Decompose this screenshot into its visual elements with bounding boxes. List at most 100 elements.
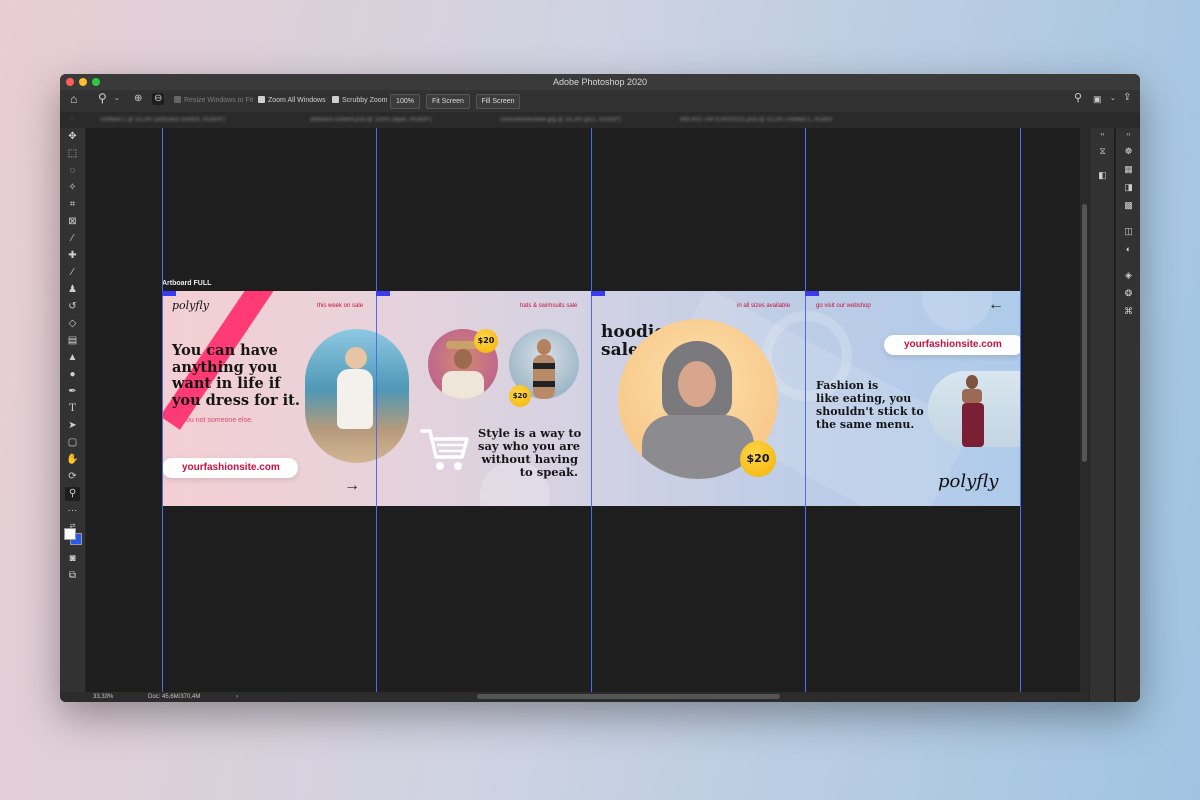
- blur-tool-icon[interactable]: ▲: [65, 351, 80, 365]
- figure-hoodie: [642, 415, 754, 479]
- document-canvas[interactable]: Artboard FULL polyfly this week on sale …: [86, 128, 1080, 692]
- collapse-icon[interactable]: ‹‹: [1096, 130, 1109, 141]
- zoom-all-windows-checkbox[interactable]: Zoom All Windows: [258, 95, 326, 107]
- collapse-icon[interactable]: ››: [70, 115, 74, 125]
- frame-tool-icon[interactable]: ⊠: [65, 215, 80, 229]
- arrow-right-icon: →: [344, 477, 360, 494]
- marquee-tool-icon[interactable]: ⬚: [65, 147, 80, 161]
- zoom-window-button[interactable]: [92, 78, 100, 86]
- panel2-tag: hats & swimsuits sale: [520, 303, 578, 309]
- fit-screen-button[interactable]: Fit Screen: [426, 94, 470, 109]
- zoom-out-icon[interactable]: ⊖: [152, 93, 165, 105]
- horizontal-scroll-thumb[interactable]: [477, 694, 780, 699]
- minimize-window-button[interactable]: [79, 78, 87, 86]
- headline-line: you dress for it.: [172, 391, 300, 409]
- document-size: Doc: 45,6M/370,4M: [148, 694, 201, 700]
- options-bar: ⌂ ⚲ ⌄ ⊕ ⊖ Resize Windows to Fit Zoom All…: [60, 90, 1140, 113]
- move-tool-icon[interactable]: ✥: [65, 130, 80, 144]
- collapse-icon[interactable]: ‹‹: [1122, 130, 1135, 141]
- chevron-down-icon[interactable]: ⌄: [114, 93, 120, 105]
- guide-line[interactable]: [591, 128, 592, 692]
- artboard-label[interactable]: Artboard FULL: [162, 280, 211, 287]
- search-icon[interactable]: ⚲: [1074, 92, 1082, 104]
- tab-document-3[interactable]: colorsetoneuneer.jpg @ 33,3% (ps1, RGB/8…: [500, 115, 621, 125]
- hand-tool-icon[interactable]: ✋: [65, 453, 80, 467]
- gradient-tool-icon[interactable]: ▤: [65, 334, 80, 348]
- tab-document-4[interactable]: 889.602-789 ICR000101.psd @ 33,3% Untitl…: [680, 115, 832, 125]
- quick-mask-icon[interactable]: ◙: [65, 552, 80, 566]
- quote-line: shouldn't stick to: [816, 405, 924, 418]
- figure-head: [537, 339, 551, 355]
- history-brush-icon[interactable]: ↺: [65, 300, 80, 314]
- headline-line: want in life if: [172, 375, 281, 392]
- status-menu-arrow[interactable]: ›: [236, 692, 238, 702]
- close-window-button[interactable]: [66, 78, 74, 86]
- figure-head: [345, 347, 367, 369]
- gradients-panel-icon[interactable]: ◨: [1122, 182, 1135, 193]
- workspace-chevron-icon[interactable]: ⌄: [1110, 93, 1116, 105]
- layers-panel-icon[interactable]: ◈: [1122, 270, 1135, 281]
- healing-brush-icon[interactable]: ✚: [65, 249, 80, 263]
- workspace-icon[interactable]: ▣: [1093, 93, 1102, 105]
- history-panel-icon[interactable]: ⧖: [1096, 146, 1109, 157]
- rotate-view-icon[interactable]: ⟳: [65, 470, 80, 484]
- price-badge: $20: [474, 329, 498, 353]
- figure-top: [533, 363, 555, 369]
- vertical-scroll-thumb[interactable]: [1082, 204, 1087, 462]
- dodge-tool-icon[interactable]: ●: [65, 368, 80, 382]
- home-icon[interactable]: ⌂: [70, 93, 77, 105]
- type-tool-icon[interactable]: T: [65, 402, 80, 416]
- path-selection-icon[interactable]: ➤: [65, 419, 80, 433]
- tools-panel: ✥ ⬚ ◌ ✧ ⌗ ⊠ ⁄ ✚ ∕ ♟ ↺ ◇ ▤ ▲ ● ✒ T ➤ ▢ ✋ …: [60, 128, 86, 692]
- rectangle-tool-icon[interactable]: ▢: [65, 436, 80, 450]
- magic-wand-icon[interactable]: ✧: [65, 181, 80, 195]
- panel-dock-collapsed: ‹‹ ⧖ ◧: [1089, 128, 1114, 702]
- fill-screen-button[interactable]: Fill Screen: [476, 94, 520, 109]
- slice-tag: [162, 291, 176, 296]
- panel4-quote: Fashion is like eating, you shouldn't st…: [816, 379, 924, 431]
- zoom-tool-icon[interactable]: ⚲: [65, 487, 80, 501]
- properties-panel-icon[interactable]: ◧: [1096, 170, 1109, 181]
- swatches-panel-icon[interactable]: ▦: [1122, 164, 1135, 175]
- brush-tool-icon[interactable]: ∕: [65, 266, 80, 280]
- tab-document-2[interactable]: artboard content.psd @ 100% (layer, RGB/…: [310, 115, 432, 125]
- guide-line[interactable]: [162, 128, 163, 692]
- zoom-in-icon[interactable]: ⊕: [134, 93, 142, 105]
- channels-panel-icon[interactable]: ❂: [1122, 288, 1135, 299]
- color-panel-icon[interactable]: ☸: [1122, 146, 1135, 157]
- vertical-scrollbar[interactable]: [1080, 128, 1089, 692]
- stamp-tool-icon[interactable]: ♟: [65, 283, 80, 297]
- guide-line[interactable]: [805, 128, 806, 692]
- screen-mode-icon[interactable]: ⧉: [65, 569, 80, 583]
- panel1-headline: You can have anything you want in life i…: [172, 342, 300, 409]
- resize-windows-checkbox[interactable]: Resize Windows to Fit: [174, 95, 253, 107]
- zoom-level[interactable]: 33,33%: [93, 692, 113, 702]
- shopping-cart-icon: [420, 429, 469, 470]
- zoom-100-button[interactable]: 100%: [390, 94, 420, 109]
- title-bar: Adobe Photoshop 2020: [60, 74, 1140, 90]
- patterns-panel-icon[interactable]: ▩: [1122, 200, 1135, 211]
- adjustments-panel-icon[interactable]: ◐: [1122, 244, 1135, 255]
- pen-tool-icon[interactable]: ✒: [65, 385, 80, 399]
- paths-panel-icon[interactable]: ⌘: [1122, 306, 1135, 317]
- zoom-tool-preset-icon[interactable]: ⚲: [98, 92, 107, 104]
- share-icon[interactable]: ⇪: [1123, 92, 1131, 104]
- url-text: yourfashionsite.com: [182, 462, 280, 473]
- guide-line[interactable]: [1020, 128, 1021, 692]
- eyedropper-icon[interactable]: ⁄: [65, 232, 80, 246]
- crop-tool-icon[interactable]: ⌗: [65, 198, 80, 212]
- photoshop-window: Adobe Photoshop 2020 ⌂ ⚲ ⌄ ⊕ ⊖ Resize Wi…: [60, 74, 1140, 702]
- tab-document-1[interactable]: Untitled-1 @ 33,3% (artboard content, RG…: [100, 115, 225, 125]
- more-tools-icon[interactable]: ···: [65, 504, 80, 518]
- eraser-icon[interactable]: ◇: [65, 317, 80, 331]
- foreground-color-swatch[interactable]: [64, 528, 76, 540]
- brand-logo: polyfly: [938, 471, 999, 492]
- quote-line: to speak.: [519, 465, 578, 479]
- guide-line[interactable]: [376, 128, 377, 692]
- url-pill: yourfashionsite.com: [884, 335, 1020, 355]
- scrubby-zoom-checkbox[interactable]: Scrubby Zoom: [332, 95, 388, 107]
- lasso-tool-icon[interactable]: ◌: [65, 164, 80, 178]
- libraries-panel-icon[interactable]: ◫: [1122, 226, 1135, 237]
- url-text: yourfashionsite.com: [904, 339, 1002, 350]
- quote-line: Fashion is: [816, 379, 879, 392]
